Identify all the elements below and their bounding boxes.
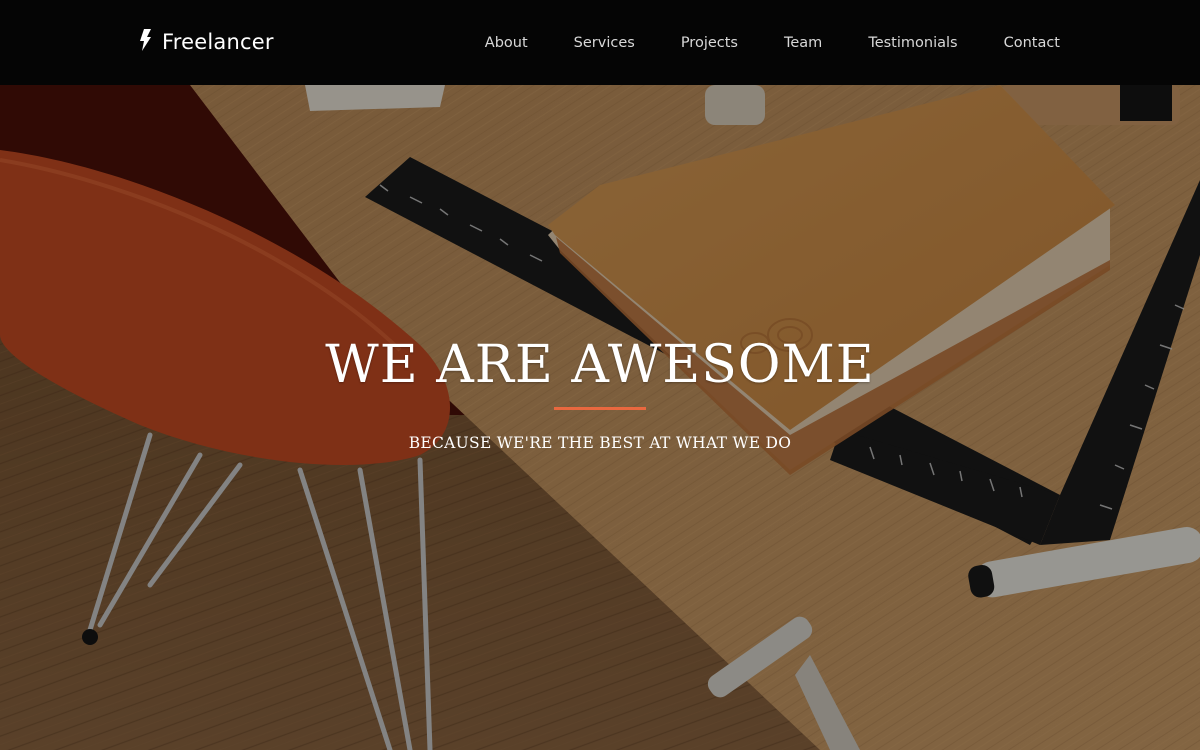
nav-link-projects[interactable]: Projects — [681, 35, 738, 51]
main-nav: About Services Projects Team Testimonial… — [439, 0, 1060, 85]
nav-link-services[interactable]: Services — [574, 35, 635, 51]
nav-link-contact[interactable]: Contact — [1004, 35, 1060, 51]
hero-subtitle: BECAUSE WE'RE THE BEST AT WHAT WE DO — [408, 434, 792, 452]
nav-link-team[interactable]: Team — [784, 35, 822, 51]
hero-content: WE ARE AWESOME BECAUSE WE'RE THE BEST AT… — [0, 335, 1200, 452]
brand-name: Freelancer — [162, 30, 274, 54]
brand-link[interactable]: Freelancer — [140, 28, 274, 56]
lightning-bolt-icon — [140, 28, 152, 56]
hero-divider — [554, 407, 646, 410]
nav-link-about[interactable]: About — [485, 35, 528, 51]
hero-section: WE ARE AWESOME BECAUSE WE'RE THE BEST AT… — [0, 85, 1200, 750]
landing-page: Freelancer About Services Projects Team … — [0, 0, 1200, 750]
nav-link-testimonials[interactable]: Testimonials — [868, 35, 957, 51]
navbar: Freelancer About Services Projects Team … — [0, 0, 1200, 85]
hero-title: WE ARE AWESOME — [325, 335, 875, 395]
